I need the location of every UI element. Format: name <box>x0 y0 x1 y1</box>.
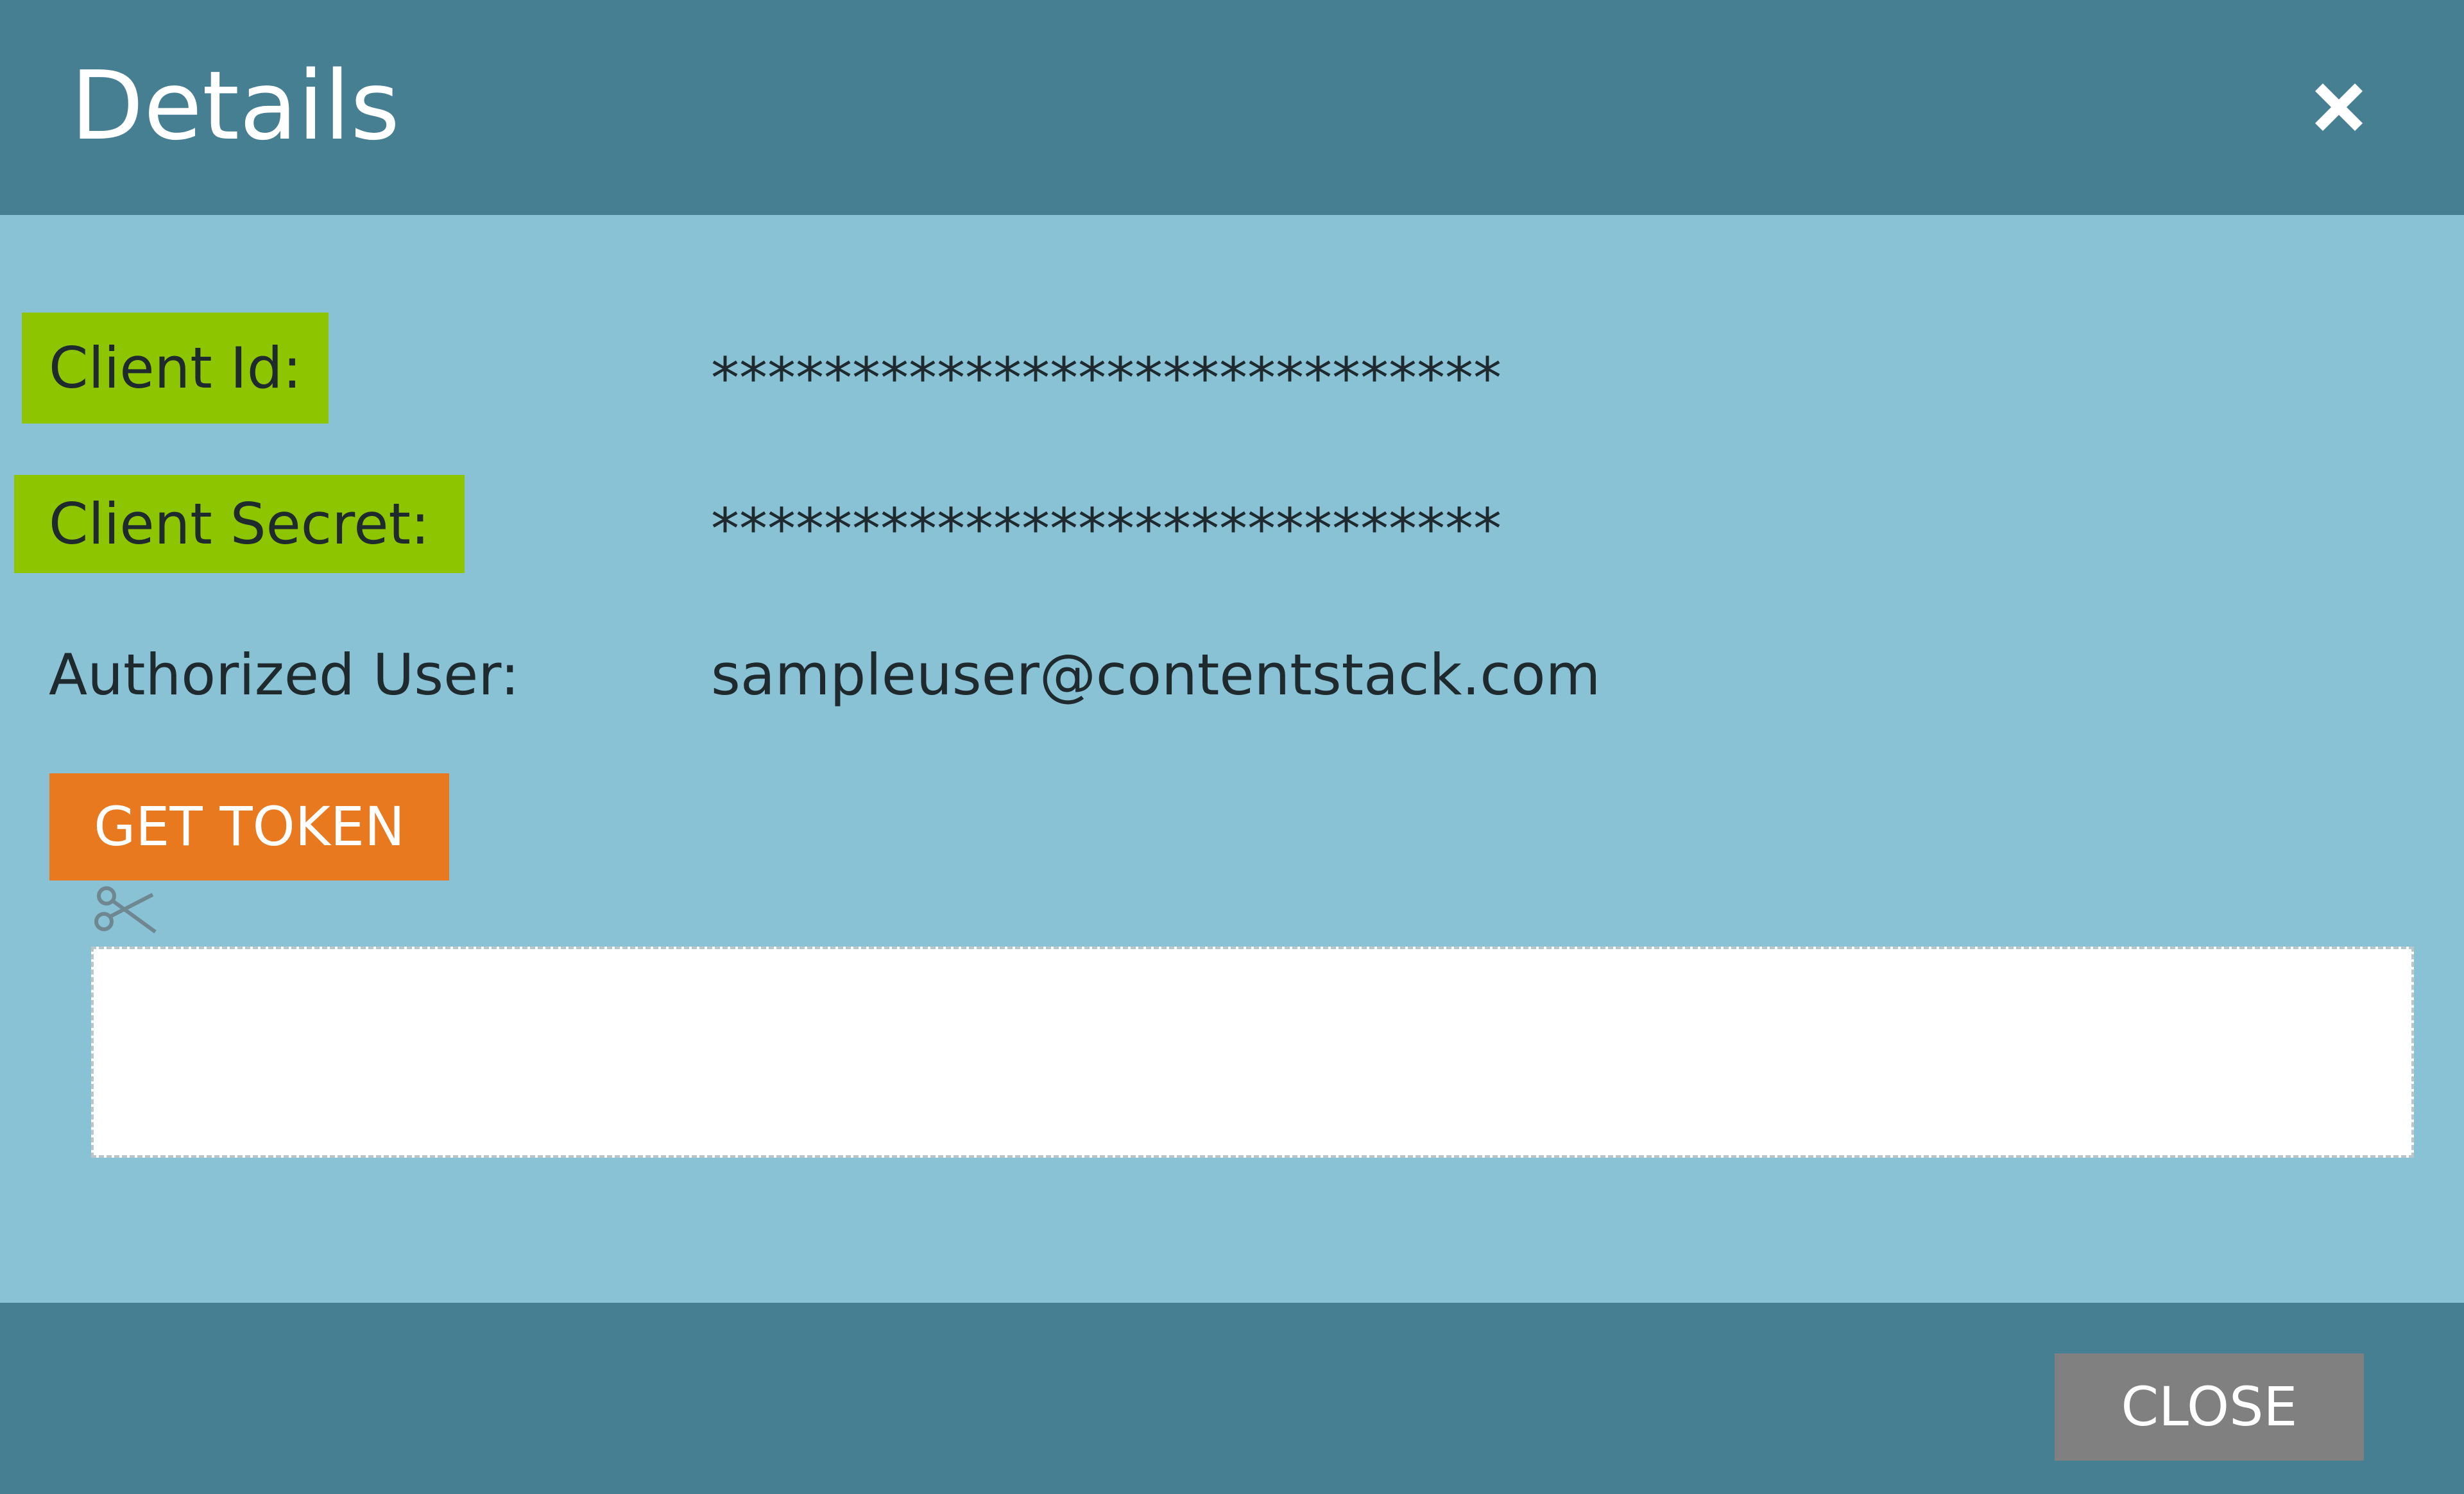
token-output[interactable] <box>91 947 2414 1158</box>
authorized-user-label: Authorized User: <box>49 642 520 708</box>
get-token-button[interactable]: GET TOKEN <box>49 773 449 880</box>
scissors-icon[interactable] <box>89 879 159 943</box>
client-secret-value: **************************** <box>711 496 1502 562</box>
dialog-header: Details <box>0 0 2464 215</box>
client-secret-label: Client Secret: <box>14 475 465 573</box>
authorized-user-value: sampleuser@contentstack.com <box>711 642 1601 708</box>
details-dialog: Details Client Id: *********************… <box>0 0 2464 1494</box>
dialog-title: Details <box>71 51 400 161</box>
client-id-value: **************************** <box>711 345 1502 411</box>
client-id-label: Client Id: <box>22 313 329 424</box>
close-button[interactable]: CLOSE <box>2055 1353 2364 1461</box>
close-icon[interactable] <box>2304 72 2374 142</box>
